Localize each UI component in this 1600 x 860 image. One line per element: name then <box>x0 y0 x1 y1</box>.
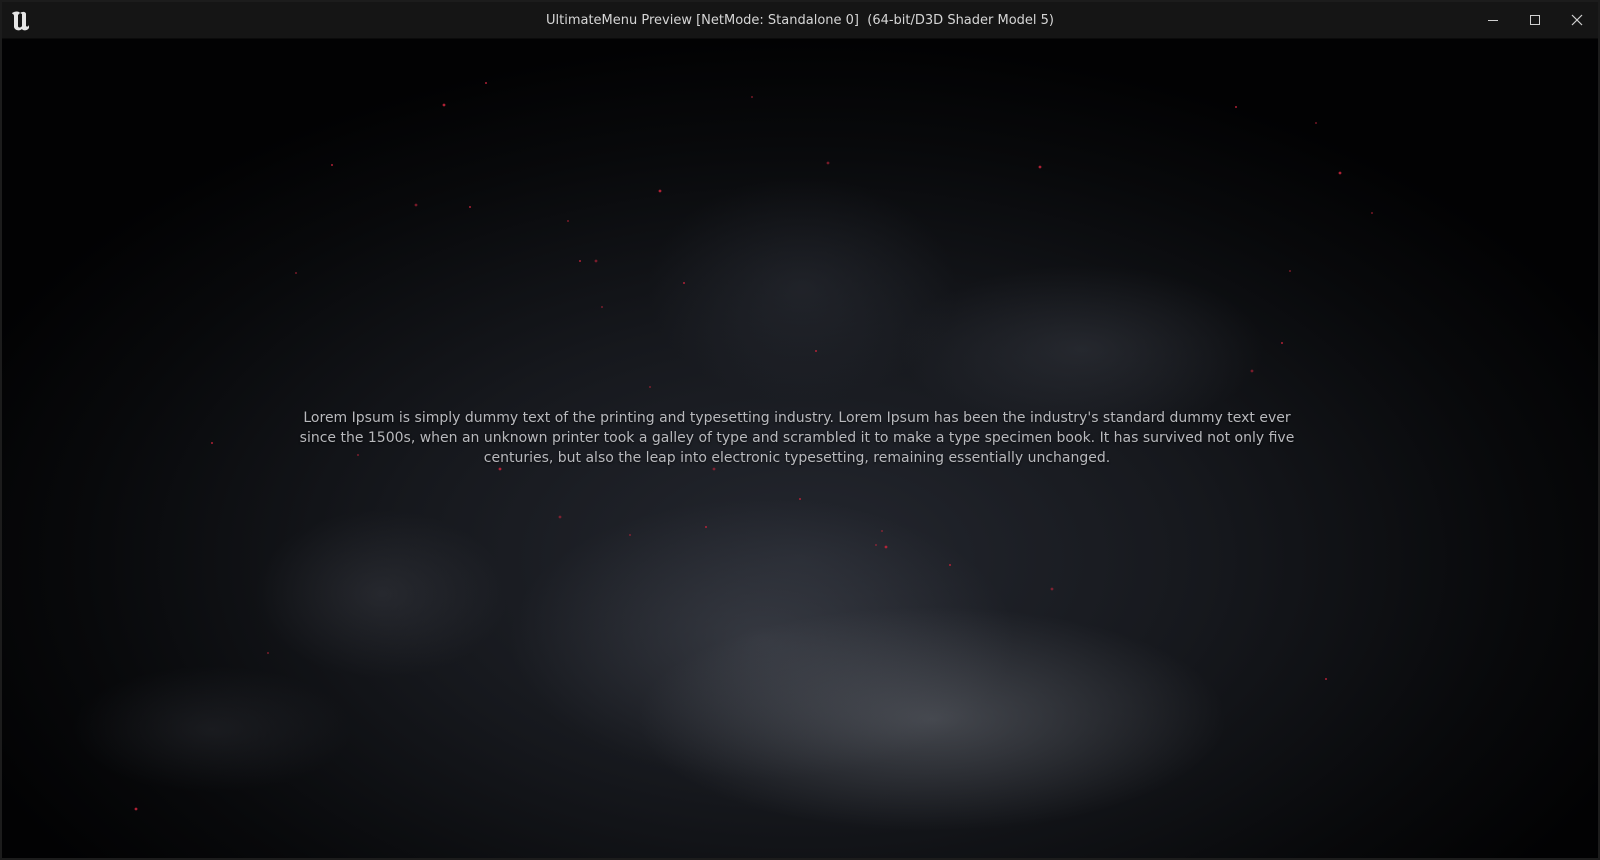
ember-particle <box>712 467 716 471</box>
ember-particle <box>594 259 598 263</box>
ember-particle <box>875 544 877 546</box>
ember-particle <box>1235 106 1237 108</box>
ember-particle <box>558 515 562 519</box>
ember-particle <box>881 530 883 532</box>
ember-particle <box>134 807 138 811</box>
ember-particle <box>683 282 685 284</box>
window-controls <box>1472 2 1598 38</box>
ember-particle <box>884 545 888 549</box>
maximize-button[interactable] <box>1514 2 1556 38</box>
maximize-icon <box>1530 15 1540 25</box>
ember-particle <box>567 220 569 222</box>
ember-particle <box>1038 165 1042 169</box>
ember-particle <box>799 498 801 500</box>
ember-particle <box>1281 342 1283 344</box>
ember-particle <box>414 203 418 207</box>
title-bar[interactable]: UltimateMenu Preview [NetMode: Standalon… <box>2 2 1598 39</box>
close-button[interactable] <box>1556 2 1598 38</box>
ember-particle <box>485 82 487 84</box>
body-text: Lorem Ipsum is simply dummy text of the … <box>299 410 1295 466</box>
minimize-icon <box>1488 20 1498 21</box>
ember-particle <box>601 306 603 308</box>
ember-particle <box>826 161 830 165</box>
ember-particle <box>1050 587 1054 591</box>
game-viewport[interactable]: Lorem Ipsum is simply dummy text of the … <box>2 39 1598 858</box>
ember-particle <box>211 442 213 444</box>
window-title: UltimateMenu Preview [NetMode: Standalon… <box>545 13 1055 28</box>
ember-particle <box>267 652 269 654</box>
ember-particle <box>498 467 502 471</box>
ember-particle <box>705 526 707 528</box>
ember-particle <box>442 103 446 107</box>
ember-particle <box>1315 122 1317 124</box>
ember-particle <box>629 534 631 536</box>
ember-particle <box>331 164 333 166</box>
ember-particle <box>1338 171 1342 175</box>
ember-particle <box>1289 270 1291 272</box>
ember-particle <box>649 386 651 388</box>
ember-particle <box>295 272 297 274</box>
ember-particle <box>579 260 581 262</box>
ember-particle <box>658 189 662 193</box>
ember-particle <box>949 564 951 566</box>
ember-particle <box>1250 369 1254 373</box>
minimize-button[interactable] <box>1472 2 1514 38</box>
close-icon <box>1571 14 1583 26</box>
ember-particle <box>815 350 817 352</box>
ember-particle <box>1325 678 1327 680</box>
ember-particle <box>469 206 471 208</box>
ember-particle <box>1371 212 1373 214</box>
game-window: UltimateMenu Preview [NetMode: Standalon… <box>0 0 1600 860</box>
ember-particle <box>751 96 753 98</box>
